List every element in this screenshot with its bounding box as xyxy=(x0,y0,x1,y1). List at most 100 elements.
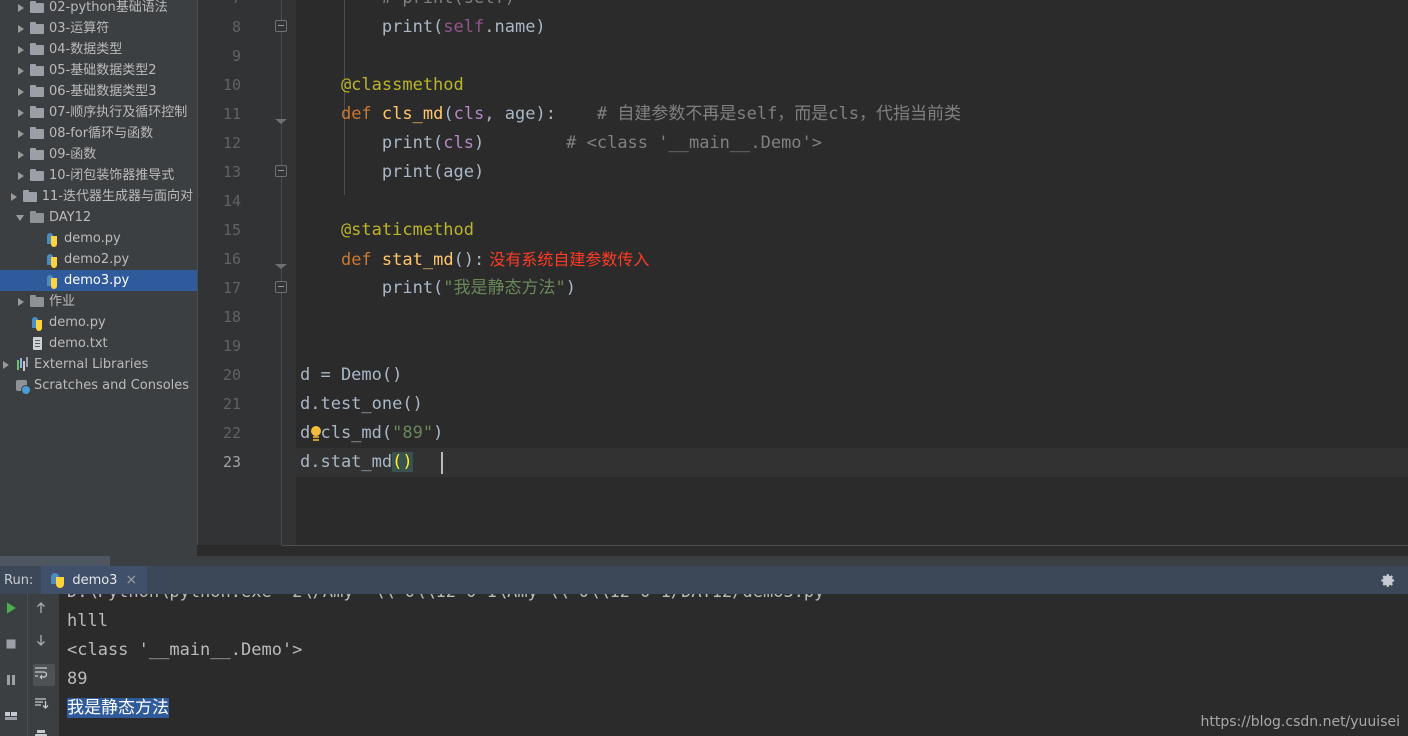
code-line-7[interactable]: # print(self) xyxy=(296,0,515,13)
editor-tab-strip[interactable] xyxy=(110,556,1408,566)
close-icon[interactable]: × xyxy=(125,572,137,588)
soft-wrap-button[interactable] xyxy=(33,664,55,686)
fold-marker-13[interactable] xyxy=(275,158,288,187)
code-line-11[interactable]: def cls_md(cls, age): # 自建参数不再是self，而是cl… xyxy=(296,100,961,129)
project-tree-panel[interactable]: 02-python基础语法 03-运算符 04-数据类型 05-基础数据类型2 06-基… xyxy=(0,0,197,566)
line-number-17[interactable]: 17 xyxy=(201,274,241,303)
tree-item-demo2py[interactable]: demo2.py xyxy=(0,249,197,270)
code-line-9[interactable] xyxy=(296,42,300,71)
tree-item-09-函数[interactable]: 09-函数 xyxy=(0,144,197,165)
code-line-10[interactable]: @classmethod xyxy=(296,71,464,100)
line-number-8[interactable]: 8 xyxy=(201,13,241,42)
code-line-12[interactable]: print(cls) # <class '__main__.Demo'> xyxy=(296,129,822,158)
code-text-area[interactable]: # print(self) print(self.name) @classmet… xyxy=(296,0,1408,545)
chevron-right-icon[interactable] xyxy=(15,165,28,186)
gear-icon[interactable] xyxy=(1381,573,1396,588)
tree-item-04-数据类型[interactable]: 04-数据类型 xyxy=(0,39,197,60)
intention-bulb-icon[interactable] xyxy=(309,426,323,442)
chevron-right-icon[interactable] xyxy=(15,102,28,123)
editor-tab-strip-active[interactable] xyxy=(0,556,110,566)
code-editor[interactable]: 7891011121314151617181920212223 # print(… xyxy=(197,0,1408,566)
code-line-15[interactable]: @staticmethod xyxy=(296,216,474,245)
tree-item-day12[interactable]: DAY12 xyxy=(0,207,197,228)
console-line-2[interactable]: <class '__main__.Demo'> xyxy=(67,636,302,665)
line-number-7[interactable]: 7 xyxy=(201,0,241,13)
line-number-20[interactable]: 20 xyxy=(201,361,241,390)
editor-gutter[interactable]: 7891011121314151617181920212223 xyxy=(197,0,296,545)
print-button[interactable] xyxy=(33,728,55,736)
chevron-right-icon[interactable] xyxy=(15,0,28,18)
line-number-13[interactable]: 13 xyxy=(201,158,241,187)
fold-marker-11[interactable] xyxy=(275,100,288,129)
tree-item-11-迭代器生成器与面向对[interactable]: 11-迭代器生成器与面向对 xyxy=(0,186,197,207)
console-line-1[interactable]: hlll xyxy=(67,607,108,636)
code-line-8[interactable]: print(self.name) xyxy=(296,13,546,42)
run-tab-demo3[interactable]: demo3 × xyxy=(41,566,148,594)
run-toolbar-primary[interactable] xyxy=(0,594,27,736)
fold-marker-16[interactable] xyxy=(275,245,288,274)
tree-item-05-基础数据类型2[interactable]: 05-基础数据类型2 xyxy=(0,60,197,81)
code-line-17[interactable]: print("我是静态方法") xyxy=(296,274,576,303)
tree-item-02-python基础语法[interactable]: 02-python基础语法 xyxy=(0,0,197,18)
line-number-9[interactable]: 9 xyxy=(201,42,241,71)
scroll-end-button[interactable] xyxy=(33,696,55,718)
code-line-18[interactable] xyxy=(296,303,300,332)
layout-button[interactable] xyxy=(3,708,25,730)
line-number-22[interactable]: 22 xyxy=(201,419,241,448)
code-token: .name) xyxy=(484,17,546,37)
line-number-12[interactable]: 12 xyxy=(201,129,241,158)
code-line-13[interactable]: print(age) xyxy=(296,158,484,187)
console-line-4[interactable]: 我是静态方法 xyxy=(67,694,169,723)
tree-item-demotxt[interactable]: demo.txt xyxy=(0,333,197,354)
tree-item-07-顺序执行及循环控制[interactable]: 07-顺序执行及循环控制 xyxy=(0,102,197,123)
code-line-16[interactable]: def stat_md(): 没有系统自建参数传入 xyxy=(296,245,649,274)
chevron-right-icon[interactable] xyxy=(15,81,28,102)
run-console[interactable]: D:\Python\python.exe -2\/Amy \\ 0\\12 0 … xyxy=(0,594,1408,736)
rerun-button[interactable] xyxy=(3,600,25,622)
down-button[interactable] xyxy=(33,632,55,654)
line-number-14[interactable]: 14 xyxy=(201,187,241,216)
chevron-right-icon[interactable] xyxy=(0,354,13,375)
fold-marker-17[interactable] xyxy=(275,274,288,303)
line-number-10[interactable]: 10 xyxy=(201,71,241,100)
chevron-right-icon[interactable] xyxy=(15,39,28,60)
line-number-23[interactable]: 23 xyxy=(201,448,241,477)
tree-item-scratchesandconsoles[interactable]: Scratches and Consoles xyxy=(0,375,197,396)
tree-item-03-运算符[interactable]: 03-运算符 xyxy=(0,18,197,39)
chevron-right-icon[interactable] xyxy=(15,144,28,165)
tree-item-10-闭包装饰器推导式[interactable]: 10-闭包装饰器推导式 xyxy=(0,165,197,186)
code-line-21[interactable]: d.test_one() xyxy=(296,390,423,419)
fold-marker-8[interactable] xyxy=(275,13,288,42)
line-number-21[interactable]: 21 xyxy=(201,390,241,419)
code-line-23[interactable]: d.stat_md() xyxy=(296,448,413,477)
line-number-11[interactable]: 11 xyxy=(201,100,241,129)
up-button[interactable] xyxy=(33,600,55,622)
stop-button[interactable] xyxy=(3,636,25,658)
tree-item-externallibraries[interactable]: External Libraries xyxy=(0,354,197,375)
line-number-19[interactable]: 19 xyxy=(201,332,241,361)
run-toolbar-secondary[interactable] xyxy=(27,594,59,736)
code-line-20[interactable]: d = Demo() xyxy=(296,361,402,390)
console-line-0[interactable]: D:\Python\python.exe -2\/Amy \\ 0\\12 0 … xyxy=(67,594,824,607)
tree-item-作业[interactable]: 作业 xyxy=(0,291,197,312)
tree-item-demo3py[interactable]: demo3.py xyxy=(0,270,197,291)
line-number-18[interactable]: 18 xyxy=(201,303,241,332)
chevron-right-icon[interactable] xyxy=(15,60,28,81)
line-number-15[interactable]: 15 xyxy=(201,216,241,245)
console-line-3[interactable]: 89 xyxy=(67,665,87,694)
tree-item-demopy[interactable]: demo.py xyxy=(0,312,197,333)
tree-item-08-for循环与函数[interactable]: 08-for循环与函数 xyxy=(0,123,197,144)
chevron-right-icon[interactable] xyxy=(15,291,28,312)
tree-item-demopy[interactable]: demo.py xyxy=(0,228,197,249)
chevron-right-icon[interactable] xyxy=(8,186,21,207)
tree-item-06-基础数据类型3[interactable]: 06-基础数据类型3 xyxy=(0,81,197,102)
code-line-14[interactable] xyxy=(296,187,300,216)
line-number-16[interactable]: 16 xyxy=(201,245,241,274)
pause-button[interactable] xyxy=(3,672,25,694)
run-tool-window-header[interactable]: Run: demo3 × xyxy=(0,566,1408,594)
code-token: def xyxy=(340,104,382,124)
chevron-right-icon[interactable] xyxy=(15,18,28,39)
code-line-19[interactable] xyxy=(296,332,300,361)
chevron-down-icon[interactable] xyxy=(15,207,28,228)
chevron-right-icon[interactable] xyxy=(15,123,28,144)
